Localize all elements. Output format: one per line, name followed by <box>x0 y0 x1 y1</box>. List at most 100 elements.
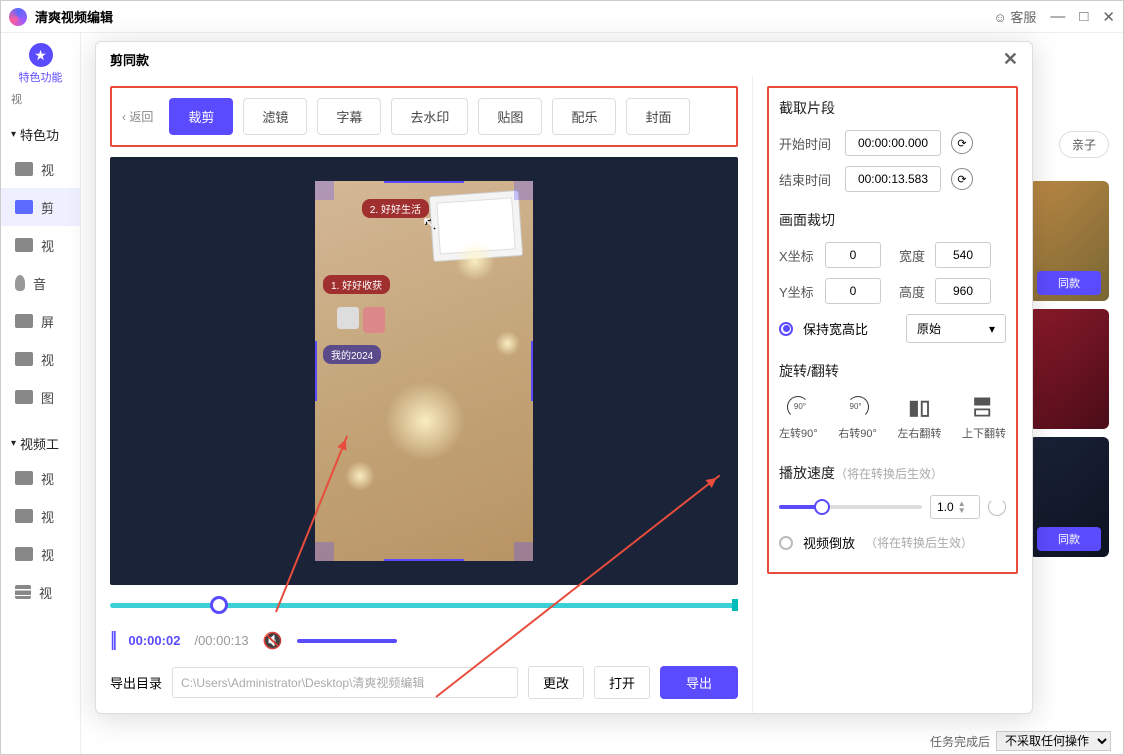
crop-handle-r[interactable] <box>531 341 533 401</box>
end-time-input[interactable] <box>845 166 941 192</box>
tab-music[interactable]: 配乐 <box>552 98 616 135</box>
template-thumb[interactable] <box>1029 309 1109 429</box>
nav-item[interactable]: 视 <box>1 459 80 497</box>
nav-item[interactable]: 视 <box>1 226 80 264</box>
preview-decor <box>337 307 359 329</box>
template-thumb[interactable]: 同款 <box>1029 437 1109 557</box>
x-input[interactable] <box>825 242 881 268</box>
crop-region[interactable]: ↖ 2. 好好生活 1. 好好收获 我的2024 <box>315 181 533 561</box>
timeline[interactable] <box>110 599 738 611</box>
back-link[interactable]: 返回 <box>122 108 153 125</box>
app-window: 清爽视频编辑 ☺ 客服 — □ ✕ ★ 特色功能 视 特色功 视 剪 视 音 屏… <box>0 0 1124 755</box>
nav-item[interactable]: 视 <box>1 497 80 535</box>
tab-watermark[interactable]: 去水印 <box>391 98 468 135</box>
after-task-label: 任务完成后 <box>930 733 990 750</box>
nav-icon <box>15 471 33 485</box>
category-pills: 亲子 <box>1059 131 1109 158</box>
preview-label: 2. 好好生活 <box>362 199 429 218</box>
reverse-radio[interactable] <box>779 536 793 550</box>
crop-handle-t[interactable] <box>384 181 464 183</box>
speed-knob[interactable] <box>814 499 830 515</box>
nav-item[interactable]: 视 <box>1 150 80 188</box>
speed-slider[interactable] <box>779 505 922 509</box>
flip-v-button[interactable]: ▮▯上下翻转 <box>962 393 1006 441</box>
crop-handle-br[interactable] <box>514 542 533 561</box>
maximize-button[interactable]: □ <box>1079 8 1088 25</box>
volume-slider[interactable] <box>297 639 397 643</box>
edit-modal: 剪同款 ✕ 返回 裁剪 滤镜 字幕 去水印 贴图 配乐 封面 ↖ <box>95 41 1033 714</box>
crop-handle-tl[interactable] <box>315 181 334 200</box>
modal-close-icon[interactable]: ✕ <box>1003 49 1018 70</box>
reset-speed-icon[interactable] <box>988 498 1006 516</box>
nav-item[interactable]: 屏 <box>1 302 80 340</box>
support-link[interactable]: ☺ 客服 <box>993 7 1036 26</box>
video-preview[interactable]: ↖ 2. 好好生活 1. 好好收获 我的2024 <box>110 157 738 585</box>
nav-item[interactable]: 视 <box>1 573 80 611</box>
tab-sticker[interactable]: 贴图 <box>478 98 542 135</box>
nav-icon <box>15 314 33 328</box>
w-input[interactable] <box>935 242 991 268</box>
pause-button[interactable]: || <box>110 629 114 652</box>
nav-item[interactable]: 图 <box>1 378 80 416</box>
timeline-handle[interactable] <box>210 596 228 614</box>
window-controls: ☺ 客服 — □ ✕ <box>993 7 1115 26</box>
tab-subtitle[interactable]: 字幕 <box>317 98 381 135</box>
preview-decor <box>385 381 465 461</box>
crop-handle-l[interactable] <box>315 341 317 401</box>
bars-icon <box>15 585 31 599</box>
status-bar: 任务完成后 不采取任何操作 <box>930 728 1123 754</box>
keep-ratio-label: 保持宽高比 <box>803 319 868 338</box>
close-button[interactable]: ✕ <box>1102 8 1115 26</box>
set-start-icon[interactable]: ⟳ <box>951 132 973 154</box>
preview-decor <box>455 241 495 281</box>
template-thumb[interactable]: 同款 <box>1029 181 1109 301</box>
time-current: 00:00:02 <box>128 633 180 648</box>
pill-parent[interactable]: 亲子 <box>1059 131 1109 158</box>
nav-item-active[interactable]: 剪 <box>1 188 80 226</box>
tab-filter[interactable]: 滤镜 <box>243 98 307 135</box>
y-label: Y坐标 <box>779 282 819 301</box>
minimize-button[interactable]: — <box>1050 8 1065 25</box>
ratio-select[interactable]: 原始▾ <box>906 314 1006 343</box>
rotate-left-button[interactable]: 左转90° <box>779 393 818 441</box>
export-row: 导出目录 C:\Users\Administrator\Desktop\清爽视频… <box>110 652 738 699</box>
keep-ratio-radio[interactable] <box>779 322 793 336</box>
y-input[interactable] <box>825 278 881 304</box>
nav-section-feature[interactable]: 特色功 <box>1 119 80 150</box>
feature-button[interactable]: ★ 特色功能 <box>1 43 80 85</box>
crop-handle-tr[interactable] <box>514 181 533 200</box>
after-task-select[interactable]: 不采取任何操作 <box>996 731 1111 751</box>
tab-cover[interactable]: 封面 <box>626 98 690 135</box>
nav-section-video[interactable]: 视频工 <box>1 428 80 459</box>
h-input[interactable] <box>935 278 991 304</box>
start-time-input[interactable] <box>845 130 941 156</box>
tab-crop[interactable]: 裁剪 <box>169 98 233 135</box>
app-logo-icon <box>9 8 27 26</box>
speed-value-input[interactable]: 1.0▲▼ <box>930 495 980 519</box>
open-button[interactable]: 打开 <box>594 666 650 699</box>
rotate-right-button[interactable]: 右转90° <box>838 393 877 441</box>
nav-item[interactable]: 视 <box>1 535 80 573</box>
reverse-hint: （将在转换后生效） <box>865 534 973 551</box>
use-template-button[interactable]: 同款 <box>1037 271 1101 295</box>
use-template-button[interactable]: 同款 <box>1037 527 1101 551</box>
volume-icon[interactable]: 🔇 <box>263 631 283 651</box>
section-rotate-title: 旋转/翻转 <box>779 361 1006 381</box>
nav-item[interactable]: 音 <box>1 264 80 302</box>
crop-handle-bl[interactable] <box>315 542 334 561</box>
set-end-icon[interactable]: ⟳ <box>951 168 973 190</box>
chevron-down-icon: ▾ <box>989 322 995 336</box>
flip-h-button[interactable]: ▮▯左右翻转 <box>897 393 941 441</box>
rotate-right-icon <box>847 396 869 418</box>
x-label: X坐标 <box>779 246 819 265</box>
change-button[interactable]: 更改 <box>528 666 584 699</box>
nav-text[interactable]: 视 <box>11 91 80 107</box>
nav-icon <box>15 162 33 176</box>
nav-item[interactable]: 视 <box>1 340 80 378</box>
timeline-end[interactable] <box>732 599 738 611</box>
h-label: 高度 <box>899 282 929 301</box>
spinner-icon[interactable]: ▲▼ <box>958 500 966 514</box>
modal-title: 剪同款 <box>110 50 149 69</box>
crop-handle-b[interactable] <box>384 559 464 561</box>
export-button[interactable]: 导出 <box>660 666 738 699</box>
